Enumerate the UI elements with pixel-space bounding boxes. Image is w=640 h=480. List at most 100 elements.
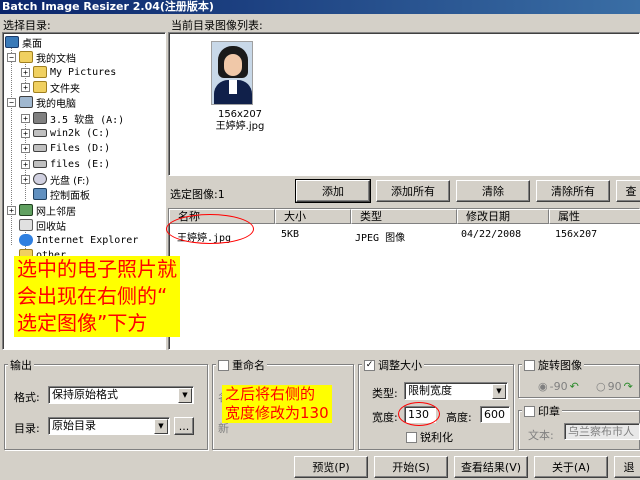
add-button[interactable]: 添加 [295,179,371,203]
drive-icon [33,129,47,137]
expand-icon[interactable]: + [21,143,30,153]
chevron-down-icon[interactable]: ▼ [154,419,168,434]
stamp-text-input[interactable]: 乌兰察布市人 [564,423,640,440]
expand-icon[interactable]: + [7,205,16,215]
tree-item-label: 回收站 [36,221,66,233]
expand-icon[interactable]: + [21,128,30,138]
annotation-line: 宽度修改为130 [222,404,332,423]
collapse-icon[interactable]: − [7,97,16,107]
rotate-90-option[interactable]: ○ 90 ↷ [596,380,633,393]
output-label: 输出 [8,357,34,373]
format-label: 格式: [14,391,40,404]
tree-item-label: Internet Explorer [36,234,139,246]
collapse-icon[interactable]: − [7,52,16,62]
stamp-text-label: 文本: [528,429,554,442]
tree-item-cdrom[interactable]: + 光盘 (F:) [21,172,90,187]
thumbnail-filename: 王婷婷.jpg [215,121,265,132]
selected-count: 选定图像:1 [170,188,225,201]
tree-item-label: 文件夹 [50,83,80,95]
preview-button[interactable]: 预览(P) [294,456,368,478]
annotation-line: 选中的电子照片就 [14,256,180,283]
about-button[interactable]: 关于(A) [534,456,608,478]
column-header-type[interactable]: 类型 [351,209,457,224]
view-results-button[interactable]: 查看结果(V) [454,456,528,478]
expand-icon[interactable]: + [21,174,30,184]
stamp-checkbox[interactable] [524,405,535,417]
clear-button[interactable]: 清除 [456,180,530,202]
tree-item-recycle-bin[interactable]: 回收站 [7,218,66,233]
tree-item-label: 我的文档 [36,53,76,65]
sharpen-label: 锐利化 [420,431,453,444]
image-preview-pane[interactable]: 156x207 王婷婷.jpg [168,32,640,176]
preview-label: 当前目录图像列表: [171,19,263,32]
directory-select[interactable]: 原始目录 ▼ [48,417,170,435]
rotate-checkbox[interactable] [524,359,535,371]
folder-icon [33,81,47,93]
add-all-button[interactable]: 添加所有 [376,180,450,202]
tree-item-desktop[interactable]: 桌面 [5,35,42,50]
resize-label: 调整大小 [378,359,422,372]
expand-icon[interactable]: + [21,113,30,123]
tree-item-control-panel[interactable]: 控制面板 [21,187,90,202]
resize-type-select[interactable]: 限制宽度 ▼ [404,382,508,400]
chevron-down-icon[interactable]: ▼ [178,388,192,403]
tree-item-label: files (E:) [50,158,111,170]
annotation-line: 选定图像”下方 [14,310,180,337]
height-input[interactable]: 600 [480,406,510,423]
photo-thumbnail[interactable] [211,41,253,105]
browse-button[interactable]: ... [174,417,194,435]
expand-icon[interactable]: + [21,159,30,169]
chevron-down-icon[interactable]: ▼ [492,384,506,399]
annotation-line: 之后将右侧的 [222,385,332,404]
sharpen-checkbox-row[interactable]: 锐利化 [406,429,453,445]
rotate-minus90-label: -90 [549,380,568,393]
stamp-label: 印章 [538,405,560,418]
sharpen-checkbox[interactable] [406,431,417,443]
recycle-bin-icon [19,219,33,231]
start-button[interactable]: 开始(S) [374,456,448,478]
resize-checkbox-row[interactable]: ✓ 调整大小 [362,357,424,373]
rotate-checkbox-row[interactable]: 旋转图像 [522,357,584,373]
expand-icon[interactable]: + [21,82,30,92]
tree-item-folder[interactable]: + 文件夹 [21,80,80,95]
resize-checkbox[interactable]: ✓ [364,359,375,371]
rename-checkbox-row[interactable]: 重命名 [216,357,267,373]
tree-item-my-computer[interactable]: − 我的电脑 [7,95,76,110]
row-attributes: 156x207 [555,229,598,240]
rotate-minus90-option[interactable]: ◉ -90 ↶ [538,380,579,393]
resize-type-value: 限制宽度 [408,384,452,397]
thumbnail-caption: 156x207 王婷婷.jpg [205,109,275,133]
rotate-label: 旋转图像 [538,359,582,372]
tree-item-drive-d[interactable]: + Files (D:) [21,141,110,155]
clear-all-button[interactable]: 清除所有 [536,180,610,202]
rename-checkbox[interactable] [218,359,229,371]
tree-item-drive-c[interactable]: + win2k (C:) [21,126,110,140]
column-header-size[interactable]: 大小 [275,209,351,224]
tree-item-label: 光盘 (F:) [50,175,90,187]
format-select[interactable]: 保持原始格式 ▼ [48,386,194,404]
computer-icon [19,96,33,108]
expand-icon[interactable]: + [21,67,30,77]
stamp-checkbox-row[interactable]: 印章 [522,403,562,419]
tree-item-my-pictures[interactable]: + My Pictures [21,65,116,79]
tree-item-my-documents[interactable]: − 我的文档 [7,50,76,65]
view-button[interactable]: 查 [616,180,640,202]
column-header-attributes[interactable]: 属性 [549,209,640,224]
exit-button[interactable]: 退 [614,456,640,478]
drive-icon [33,160,47,168]
highlight-ellipse [166,214,254,244]
column-header-date[interactable]: 修改日期 [457,209,549,224]
tree-label: 选择目录: [3,19,51,32]
tree-item-label: My Pictures [50,66,117,78]
tree-item-floppy[interactable]: + 3.5 软盘 (A:) [21,111,124,126]
tree-item-label: Files (D:) [50,142,111,154]
tree-item-label: win2k (C:) [50,127,111,139]
row-type: JPEG 图像 [355,233,406,244]
tree-item-network[interactable]: + 网上邻居 [7,203,76,218]
cdrom-icon [33,173,47,185]
resize-type-label: 类型: [372,387,398,400]
tree-item-internet-explorer[interactable]: Internet Explorer [7,233,138,247]
row-size: 5KB [281,229,300,240]
window-title: Batch Image Resizer 2.04(注册版本) [0,0,640,14]
tree-item-drive-e[interactable]: + files (E:) [21,157,110,171]
